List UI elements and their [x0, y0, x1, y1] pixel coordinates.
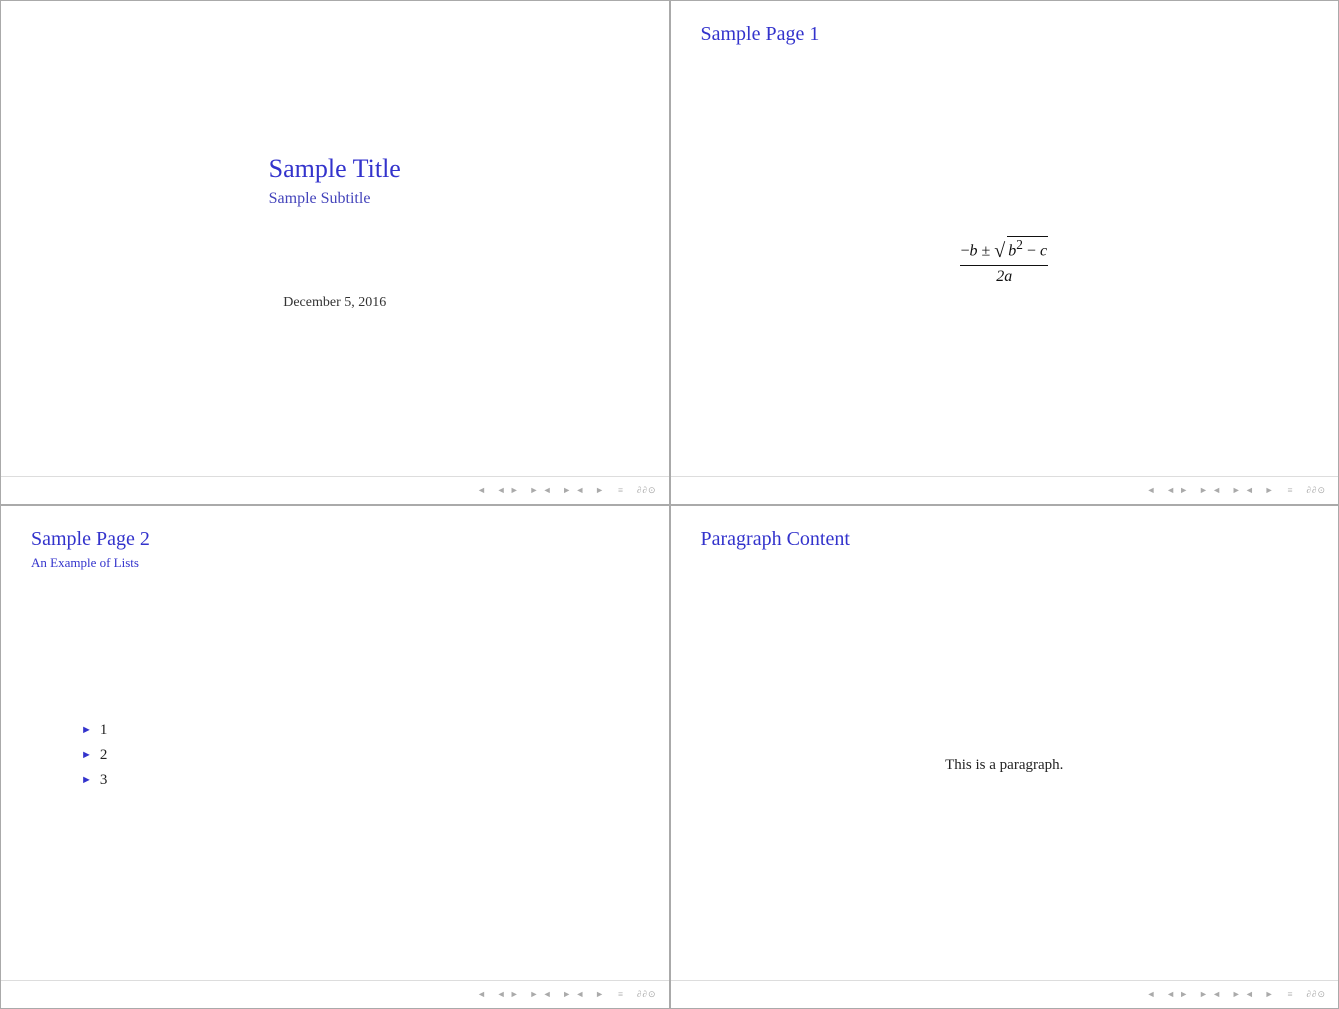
slide-3-title: Sample Page 2	[1, 506, 669, 551]
formula-numerator: −b ± √b2 − c	[960, 236, 1048, 266]
quadratic-formula: −b ± √b2 − c 2a	[960, 236, 1048, 286]
slide-4-footer: ◄ ◄ ► ► ◄ ► ◄ ► ≡ ∂∂⊙	[671, 980, 1339, 1008]
list-area: ► 1 ► 2 ► 3	[1, 571, 669, 981]
list-item-1-text: 1	[100, 722, 108, 739]
paragraph-text: This is a paragraph.	[945, 757, 1063, 774]
date-block: December 5, 2016	[283, 295, 386, 311]
slide-1: Sample Title Sample Subtitle December 5,…	[0, 0, 670, 505]
slide-3-footer: ◄ ◄ ► ► ◄ ► ◄ ► ≡ ∂∂⊙	[1, 980, 669, 1008]
slide-1-content: Sample Title Sample Subtitle December 5,…	[1, 1, 669, 476]
slide-2-content: Sample Page 1 −b ± √b2 − c 2a	[671, 1, 1339, 476]
paragraph-area: This is a paragraph.	[671, 551, 1339, 981]
slide-1-footer: ◄ ◄ ► ► ◄ ► ◄ ► ≡ ∂∂⊙	[1, 476, 669, 504]
slide-2: Sample Page 1 −b ± √b2 − c 2a ◄ ◄ ► ► ◄ …	[670, 0, 1339, 505]
formula-area: −b ± √b2 − c 2a	[671, 46, 1339, 476]
radical: √b2 − c	[994, 236, 1048, 263]
slide-3: Sample Page 2 An Example of Lists ► 1 ► …	[0, 505, 670, 1009]
list-item-2-text: 2	[100, 747, 108, 764]
main-subtitle: Sample Subtitle	[269, 190, 401, 208]
title-block: Sample Title Sample Subtitle	[269, 154, 401, 208]
slide-4-title: Paragraph Content	[671, 506, 1339, 551]
slide-4-content: Paragraph Content This is a paragraph.	[671, 506, 1339, 981]
list-item-3: ► 3	[81, 772, 669, 789]
formula-denominator: 2a	[960, 266, 1048, 286]
slide-2-footer: ◄ ◄ ► ► ◄ ► ◄ ► ≡ ∂∂⊙	[671, 476, 1339, 504]
list-item-2: ► 2	[81, 747, 669, 764]
list-item-3-text: 3	[100, 772, 108, 789]
formula-fraction: −b ± √b2 − c 2a	[960, 236, 1048, 286]
list-item: ► 1	[81, 722, 669, 739]
slide-3-content: Sample Page 2 An Example of Lists ► 1 ► …	[1, 506, 669, 981]
footer-nav[interactable]: ◄ ◄ ► ► ◄ ► ◄ ► ≡ ∂∂⊙	[477, 485, 657, 496]
slide-2-title: Sample Page 1	[671, 1, 1339, 46]
bullet-3: ►	[81, 774, 92, 786]
slide-3-subtitle: An Example of Lists	[1, 551, 669, 571]
slide-4: Paragraph Content This is a paragraph. ◄…	[670, 505, 1339, 1009]
footer-nav-4[interactable]: ◄ ◄ ► ► ◄ ► ◄ ► ≡ ∂∂⊙	[1146, 989, 1326, 1000]
footer-nav-2[interactable]: ◄ ◄ ► ► ◄ ► ◄ ► ≡ ∂∂⊙	[1146, 485, 1326, 496]
radical-content: b2 − c	[1007, 236, 1048, 260]
bullet-2: ►	[81, 749, 92, 761]
main-title: Sample Title	[269, 154, 401, 184]
footer-nav-3[interactable]: ◄ ◄ ► ► ◄ ► ◄ ► ≡ ∂∂⊙	[477, 989, 657, 1000]
bullet-1: ►	[81, 724, 92, 736]
